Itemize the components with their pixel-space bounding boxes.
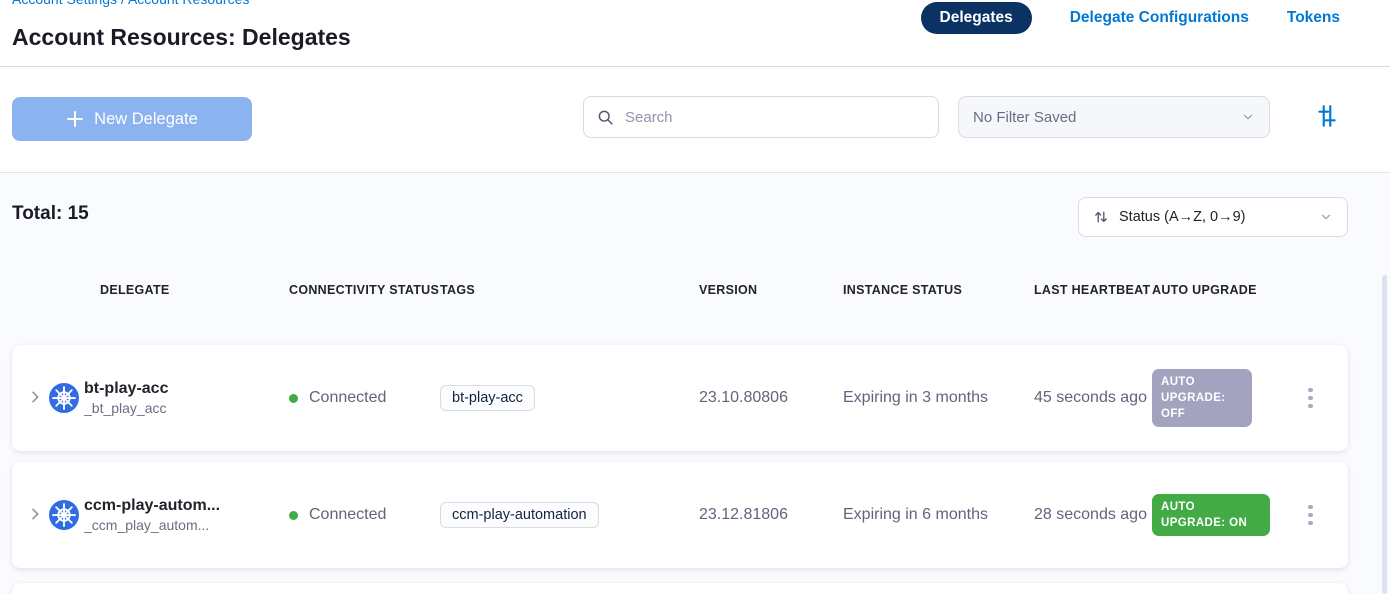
version-cell: 23.10.80806 xyxy=(699,389,843,407)
instance-status-cell: Expiring in 3 months xyxy=(843,389,1034,407)
page-title: Account Resources: Delegates xyxy=(12,24,351,51)
column-header-last-heartbeat: LAST HEARTBEAT xyxy=(1034,281,1152,299)
tag-chip: bt-play-acc xyxy=(440,385,535,411)
delegate-id: _bt_play_acc xyxy=(84,399,168,417)
toolbar: New Delegate No Filter Saved xyxy=(0,67,1390,173)
vertical-scrollbar[interactable] xyxy=(1382,275,1387,594)
connectivity-status: Connected xyxy=(309,506,386,524)
expand-chevron-icon[interactable] xyxy=(26,506,44,524)
tag-chip: ccm-play-automation xyxy=(440,502,599,528)
kubernetes-icon xyxy=(49,500,79,530)
saved-filter-dropdown[interactable]: No Filter Saved xyxy=(958,96,1270,138)
last-heartbeat-cell: 45 seconds ago xyxy=(1034,385,1152,411)
connected-status-dot xyxy=(289,394,298,403)
row-menu-button[interactable] xyxy=(1302,499,1319,532)
plus-icon xyxy=(66,110,84,128)
column-header-delegate: DELEGATE xyxy=(52,281,289,299)
saved-filter-value: No Filter Saved xyxy=(973,109,1076,126)
new-delegate-button[interactable]: New Delegate xyxy=(12,97,252,141)
chevron-down-icon xyxy=(1319,210,1333,224)
sort-arrows-icon xyxy=(1093,209,1109,225)
search-box xyxy=(583,96,939,138)
connected-status-dot xyxy=(289,511,298,520)
auto-upgrade-badge: AUTO UPGRADE: OFF xyxy=(1152,369,1252,427)
tab-delegates[interactable]: Delegates xyxy=(921,2,1032,34)
breadcrumb[interactable]: Account Settings / Account Resources xyxy=(12,0,249,7)
new-delegate-label: New Delegate xyxy=(94,110,198,129)
last-heartbeat-cell: 28 seconds ago xyxy=(1034,502,1152,528)
expand-chevron-icon[interactable] xyxy=(26,389,44,407)
column-header-tags: TAGS xyxy=(440,281,699,299)
chevron-down-icon xyxy=(1241,110,1255,124)
connectivity-status: Connected xyxy=(309,389,386,407)
delegate-name: ccm-play-autom... xyxy=(84,496,220,517)
delegate-id: _ccm_play_autom... xyxy=(84,516,220,534)
auto-upgrade-badge: AUTO UPGRADE: ON xyxy=(1152,494,1270,536)
total-count: Total: 15 xyxy=(12,203,89,225)
table-row[interactable] xyxy=(12,583,1348,594)
row-menu-button[interactable] xyxy=(1302,382,1319,415)
page-header: Account Settings / Account Resources Acc… xyxy=(0,0,1390,67)
kubernetes-icon xyxy=(49,383,79,413)
delegate-name: bt-play-acc xyxy=(84,379,168,400)
column-header-auto-upgrade: AUTO UPGRADE xyxy=(1152,281,1302,299)
table-header-row: DELEGATE CONNECTIVITY STATUS TAGS VERSIO… xyxy=(12,281,1348,299)
instance-status-cell: Expiring in 6 months xyxy=(843,506,1034,524)
sort-label: Status (A→Z, 0→9) xyxy=(1119,209,1246,225)
column-header-version: VERSION xyxy=(699,281,843,299)
sort-dropdown[interactable]: Status (A→Z, 0→9) xyxy=(1078,197,1348,237)
column-header-instance-status: INSTANCE STATUS xyxy=(843,281,1034,299)
search-icon xyxy=(597,109,614,126)
tab-tokens[interactable]: Tokens xyxy=(1287,9,1340,27)
total-count-value: 15 xyxy=(68,203,89,224)
resource-tabs: Delegates Delegate Configurations Tokens xyxy=(921,2,1341,34)
filter-sliders-icon[interactable] xyxy=(1312,102,1342,132)
tab-delegate-configurations[interactable]: Delegate Configurations xyxy=(1070,9,1249,27)
search-input[interactable] xyxy=(623,108,925,127)
table-row[interactable]: bt-play-acc _bt_play_acc Connected bt-pl… xyxy=(12,345,1348,451)
delegates-list-section: Total: 15 Status (A→Z, 0→9) DELEGATE CON… xyxy=(0,173,1390,594)
table-row[interactable]: ccm-play-autom... _ccm_play_autom... Con… xyxy=(12,462,1348,568)
column-header-connectivity-status: CONNECTIVITY STATUS xyxy=(289,281,440,299)
version-cell: 23.12.81806 xyxy=(699,506,843,524)
